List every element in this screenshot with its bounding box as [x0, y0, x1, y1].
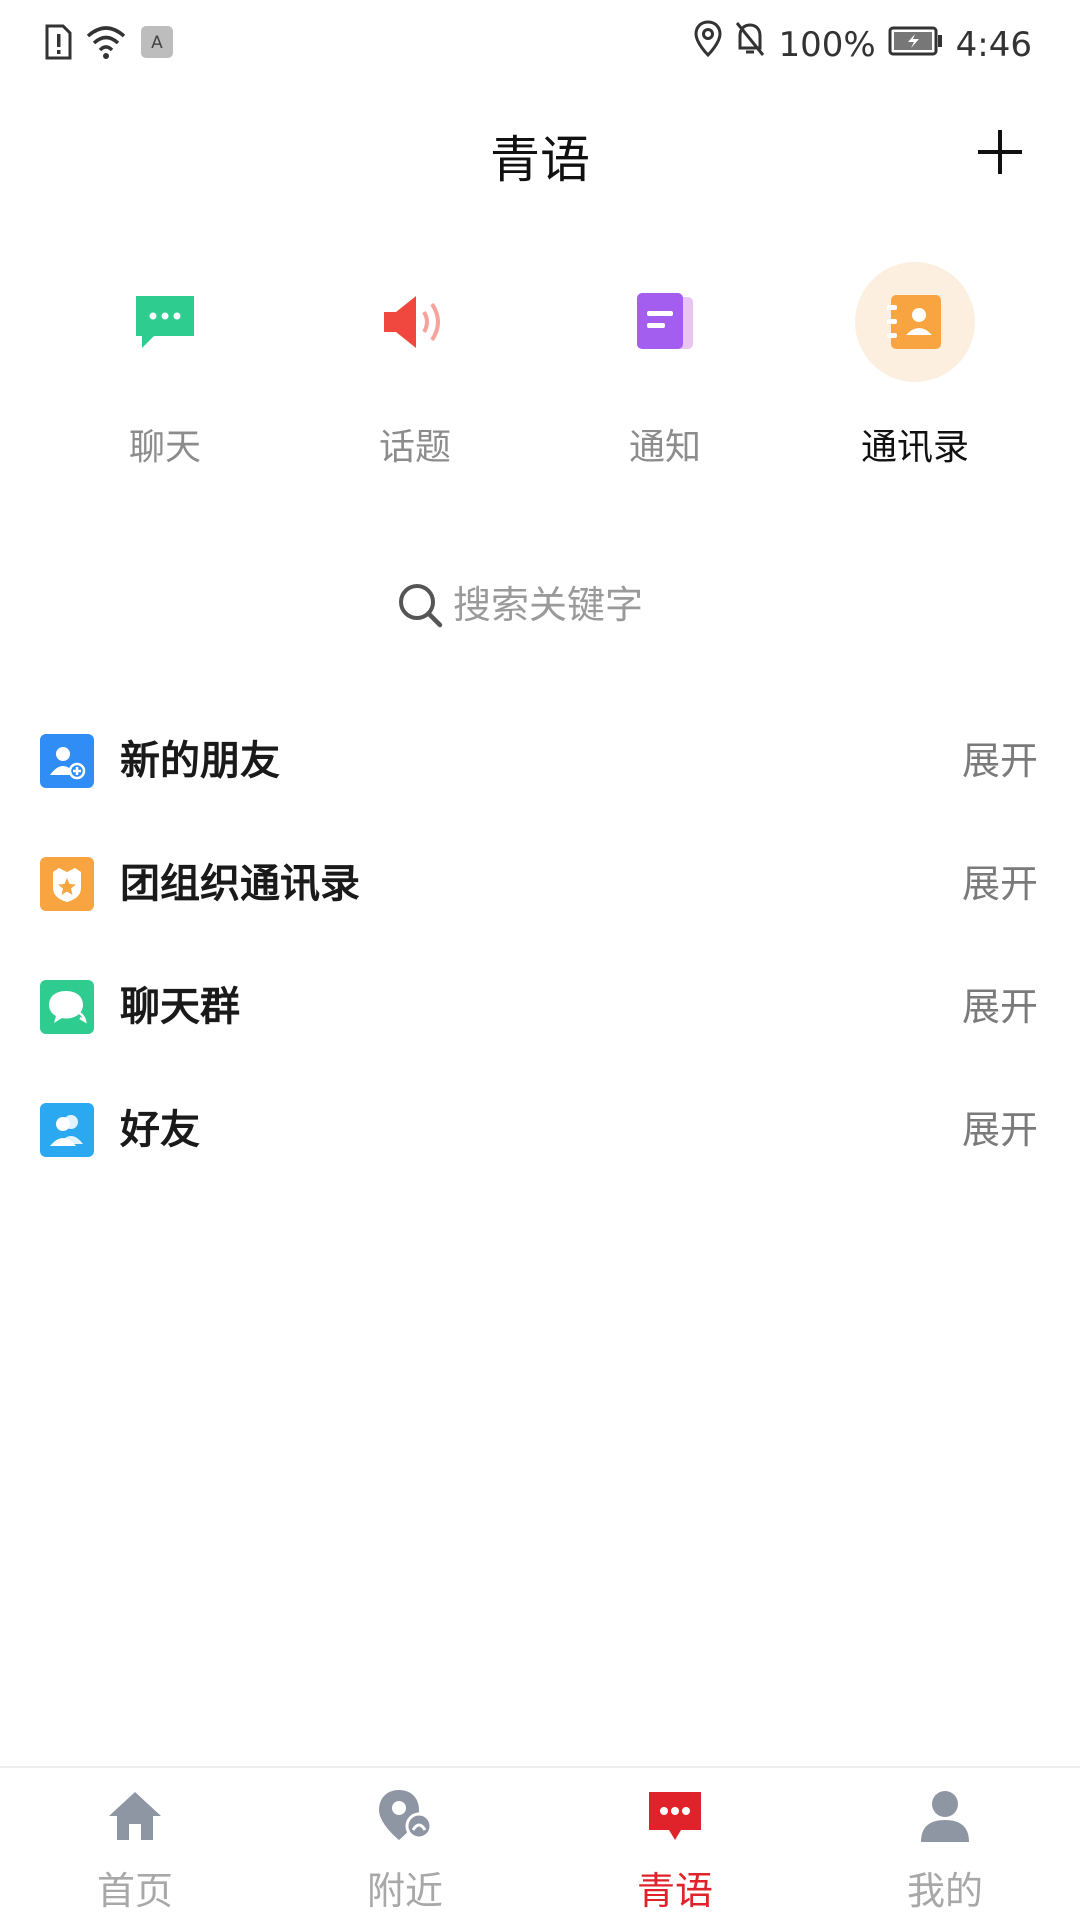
section-org-directory[interactable]: 团组织通讯录 展开 [0, 823, 1080, 946]
org-badge-icon [40, 857, 94, 911]
tab-chat-label: 聊天 [128, 427, 201, 468]
tab-contacts[interactable]: 通讯录 [790, 260, 1040, 470]
tab-notifications[interactable]: 通知 [540, 260, 790, 470]
search-bar[interactable] [0, 570, 1080, 640]
nav-messages-label: 青语 [636, 1869, 713, 1913]
home-icon [109, 1792, 161, 1840]
nav-home[interactable]: 首页 [0, 1768, 270, 1922]
nav-home-label: 首页 [96, 1869, 173, 1913]
location-icon [694, 20, 722, 69]
speaker-icon [384, 296, 440, 348]
section-new-friends[interactable]: 新的朋友 展开 [0, 700, 1080, 823]
clock-time: 4:46 [955, 24, 1032, 65]
bottom-nav: 首页 附近 青语 我的 [0, 1766, 1080, 1922]
battery-percent: 100% [778, 24, 876, 65]
wifi-icon [86, 24, 126, 64]
status-left: A [44, 22, 174, 66]
message-icon [649, 1792, 701, 1840]
expand-button[interactable]: 展开 [962, 857, 1038, 911]
nav-profile-label: 我的 [906, 1869, 983, 1913]
tab-topics[interactable]: 话题 [290, 260, 540, 470]
profile-icon [921, 1791, 969, 1842]
expand-button[interactable]: 展开 [962, 734, 1038, 788]
header: 青语 [0, 100, 1080, 210]
section-label: 聊天群 [120, 984, 240, 1030]
keyboard-icon: A [140, 25, 174, 63]
expand-button[interactable]: 展开 [962, 1103, 1038, 1157]
tab-chat[interactable]: 聊天 [40, 260, 290, 470]
tab-topics-label: 话题 [378, 427, 451, 468]
nav-nearby-label: 附近 [366, 1869, 443, 1913]
add-button[interactable] [972, 124, 1028, 180]
search-input[interactable] [453, 583, 683, 627]
nav-messages[interactable]: 青语 [540, 1768, 810, 1922]
tab-notifications-icon-wrap [605, 262, 725, 382]
battery-icon [888, 23, 944, 67]
friends-icon [40, 1103, 94, 1157]
section-group-chats[interactable]: 聊天群 展开 [0, 946, 1080, 1069]
document-icon [637, 293, 693, 349]
tab-contacts-icon-wrap [855, 262, 975, 382]
tab-notifications-label: 通知 [628, 427, 701, 468]
contact-sections: 新的朋友 展开 团组织通讯录 展开 聊天群 展开 好友 展开 [0, 700, 1080, 1192]
chat-bubble-icon [136, 296, 194, 348]
section-friends[interactable]: 好友 展开 [0, 1069, 1080, 1192]
tab-topics-icon-wrap [355, 262, 475, 382]
tab-contacts-label: 通讯录 [860, 427, 969, 468]
page-title: 青语 [490, 131, 590, 189]
section-label: 团组织通讯录 [120, 861, 360, 907]
status-bar: A 100% 4:46 [0, 0, 1080, 88]
sim-alert-icon [44, 22, 72, 66]
plus-icon [978, 130, 1022, 174]
search-icon [399, 584, 443, 628]
group-chat-icon [40, 980, 94, 1034]
section-label: 好友 [120, 1107, 200, 1153]
keyboard-glyph: A [151, 33, 163, 53]
tab-chat-icon-wrap [105, 262, 225, 382]
expand-button[interactable]: 展开 [962, 980, 1038, 1034]
mute-bell-icon [734, 20, 766, 69]
nearby-icon [379, 1790, 433, 1840]
quick-tabs: 聊天 话题 通知 通讯录 [0, 260, 1080, 480]
nav-profile[interactable]: 我的 [810, 1768, 1080, 1922]
section-label: 新的朋友 [120, 738, 280, 784]
nav-nearby[interactable]: 附近 [270, 1768, 540, 1922]
status-right: 100% 4:46 [694, 20, 1032, 69]
contacts-book-icon [887, 295, 941, 349]
new-friend-icon [40, 734, 94, 788]
